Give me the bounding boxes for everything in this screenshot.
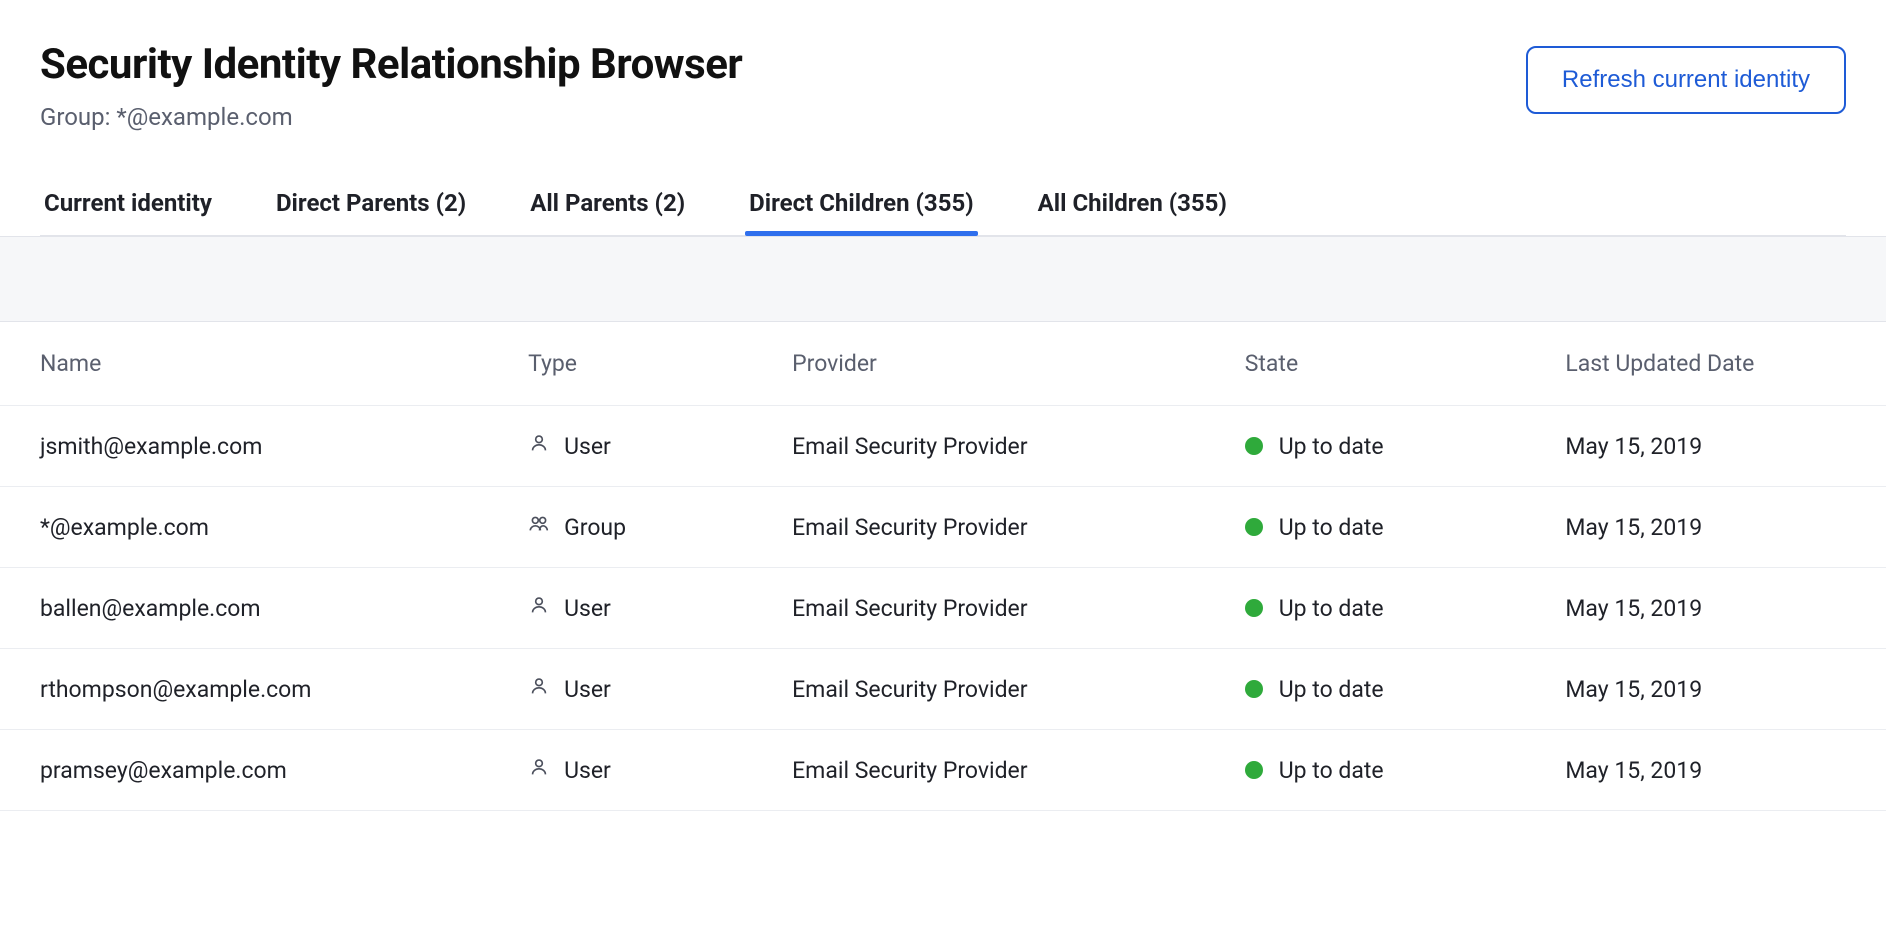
cell-provider: Email Security Provider <box>792 568 1245 649</box>
table-row[interactable]: jsmith@example.com User Email Security Pro… <box>0 406 1886 487</box>
title-block: Security Identity Relationship Browser G… <box>40 40 742 131</box>
toolbar-band <box>0 236 1886 322</box>
cell-provider: Email Security Provider <box>792 730 1245 811</box>
group-icon <box>528 513 550 541</box>
cell-name: rthompson@example.com <box>0 649 528 730</box>
tab-direct-children[interactable]: Direct Children (355) <box>745 189 978 235</box>
identity-table: Name Type Provider State Last Updated Da… <box>0 322 1886 811</box>
user-icon <box>528 756 550 784</box>
table-row[interactable]: *@example.com Group Email Security Provide… <box>0 487 1886 568</box>
table-row[interactable]: pramsey@example.com User Email Security Pr… <box>0 730 1886 811</box>
col-header-provider[interactable]: Provider <box>792 322 1245 406</box>
tab-all-parents[interactable]: All Parents (2) <box>526 189 689 235</box>
status-dot-icon <box>1245 437 1263 455</box>
table-header-row: Name Type Provider State Last Updated Da… <box>0 322 1886 406</box>
tab-current-identity[interactable]: Current identity <box>40 189 216 235</box>
state-label: Up to date <box>1279 514 1384 541</box>
cell-type: User <box>528 406 792 487</box>
cell-name: pramsey@example.com <box>0 730 528 811</box>
cell-state: Up to date <box>1245 406 1566 487</box>
cell-type: Group <box>528 487 792 568</box>
state-label: Up to date <box>1279 757 1384 784</box>
tab-all-children[interactable]: All Children (355) <box>1034 189 1231 235</box>
cell-type: User <box>528 649 792 730</box>
cell-name: jsmith@example.com <box>0 406 528 487</box>
user-icon <box>528 432 550 460</box>
cell-provider: Email Security Provider <box>792 649 1245 730</box>
cell-state: Up to date <box>1245 730 1566 811</box>
cell-last-updated: May 15, 2019 <box>1565 730 1886 811</box>
cell-state: Up to date <box>1245 649 1566 730</box>
type-label: User <box>564 757 611 784</box>
col-header-state[interactable]: State <box>1245 322 1566 406</box>
cell-name: *@example.com <box>0 487 528 568</box>
tab-direct-parents[interactable]: Direct Parents (2) <box>272 189 470 235</box>
type-label: User <box>564 676 611 703</box>
cell-state: Up to date <box>1245 568 1566 649</box>
type-label: Group <box>564 514 626 541</box>
cell-type: User <box>528 568 792 649</box>
user-icon <box>528 675 550 703</box>
tabs: Current identity Direct Parents (2) All … <box>40 189 1846 236</box>
type-label: User <box>564 433 611 460</box>
cell-last-updated: May 15, 2019 <box>1565 649 1886 730</box>
page-subtitle: Group: *@example.com <box>40 103 742 131</box>
col-header-type[interactable]: Type <box>528 322 792 406</box>
state-label: Up to date <box>1279 595 1384 622</box>
col-header-updated[interactable]: Last Updated Date <box>1565 322 1886 406</box>
page-header: Security Identity Relationship Browser G… <box>40 40 1846 131</box>
cell-last-updated: May 15, 2019 <box>1565 406 1886 487</box>
state-label: Up to date <box>1279 433 1384 460</box>
col-header-name[interactable]: Name <box>0 322 528 406</box>
table-row[interactable]: ballen@example.com User Email Security Pro… <box>0 568 1886 649</box>
cell-provider: Email Security Provider <box>792 406 1245 487</box>
cell-state: Up to date <box>1245 487 1566 568</box>
refresh-identity-button[interactable]: Refresh current identity <box>1526 46 1846 114</box>
state-label: Up to date <box>1279 676 1384 703</box>
table-row[interactable]: rthompson@example.com User Email Security … <box>0 649 1886 730</box>
cell-last-updated: May 15, 2019 <box>1565 568 1886 649</box>
cell-name: ballen@example.com <box>0 568 528 649</box>
status-dot-icon <box>1245 599 1263 617</box>
cell-type: User <box>528 730 792 811</box>
cell-provider: Email Security Provider <box>792 487 1245 568</box>
cell-last-updated: May 15, 2019 <box>1565 487 1886 568</box>
status-dot-icon <box>1245 680 1263 698</box>
status-dot-icon <box>1245 518 1263 536</box>
page-title: Security Identity Relationship Browser <box>40 40 742 89</box>
type-label: User <box>564 595 611 622</box>
user-icon <box>528 594 550 622</box>
status-dot-icon <box>1245 761 1263 779</box>
